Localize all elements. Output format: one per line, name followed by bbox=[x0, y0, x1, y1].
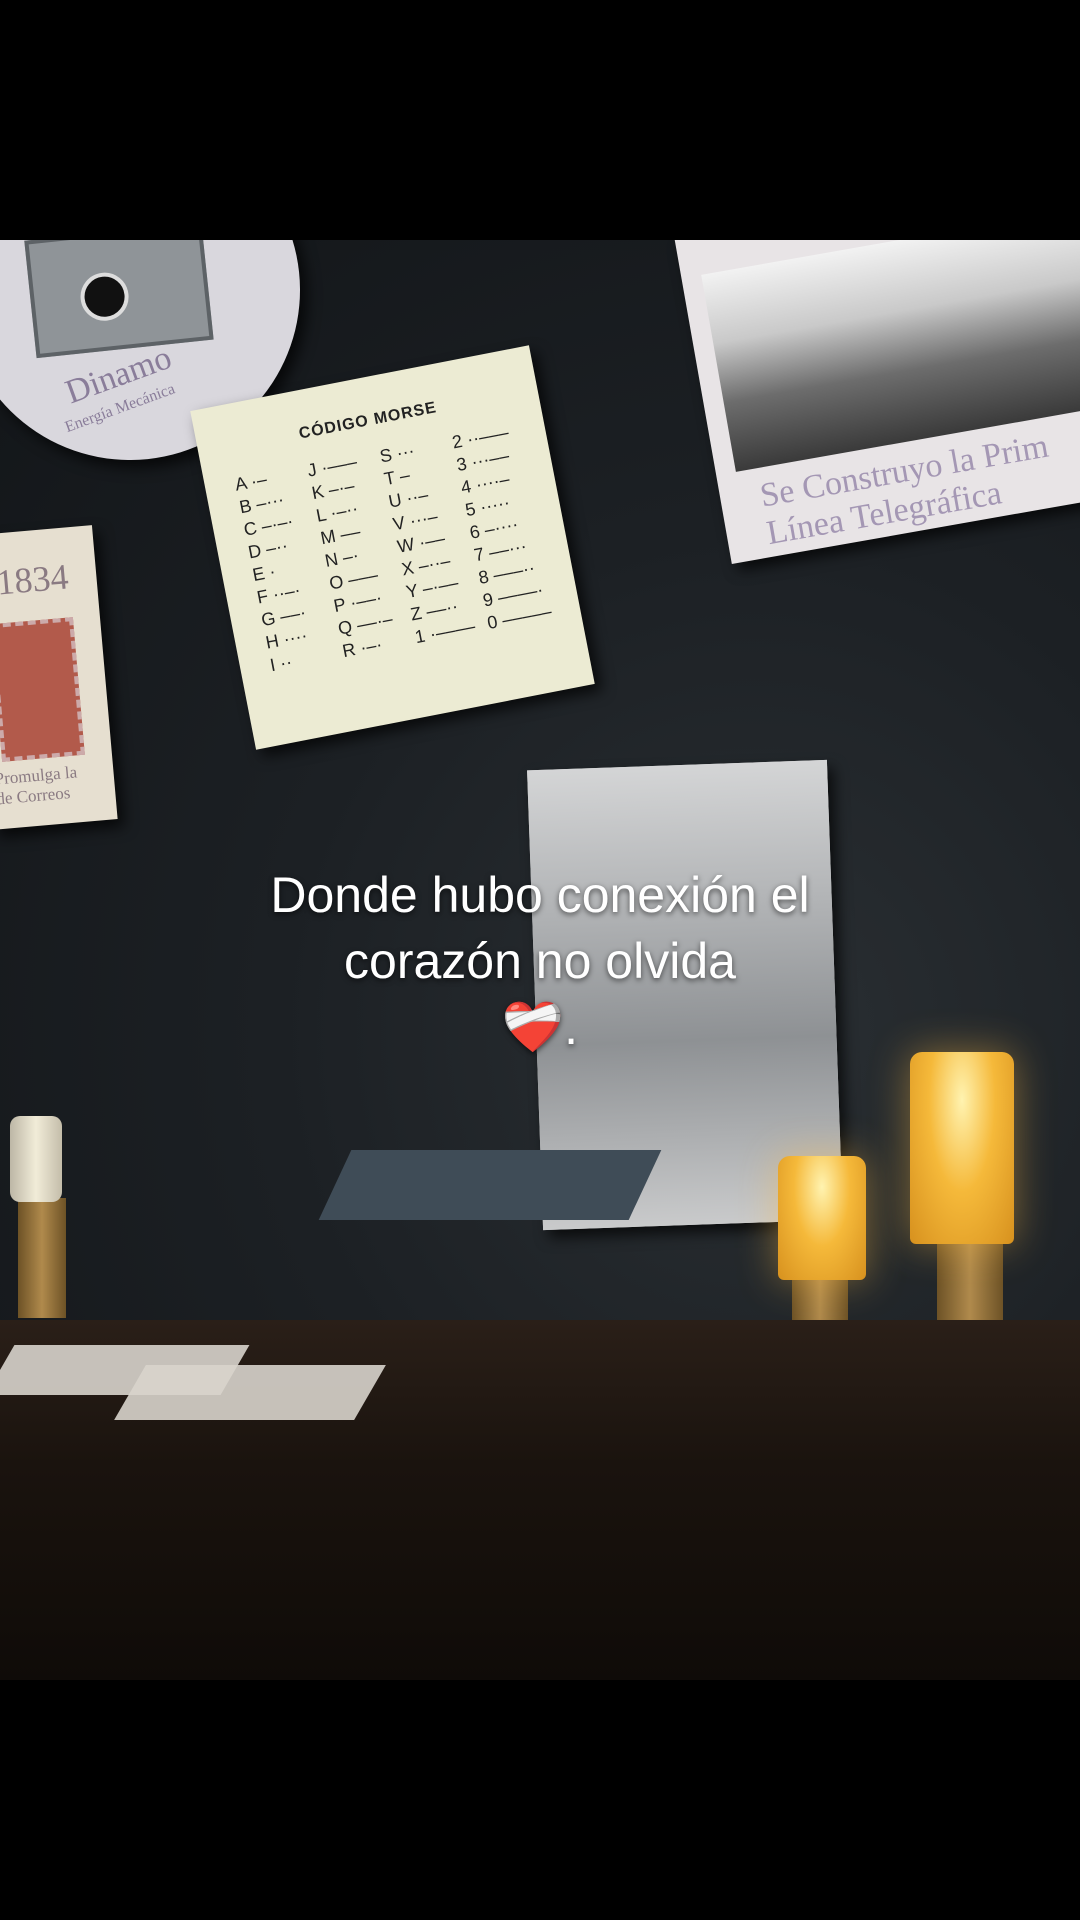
stamp-poster: 1834 Promulga la de Correos bbox=[0, 525, 118, 830]
candle-lit bbox=[910, 1052, 1014, 1244]
stamp-caption: Promulga la de Correos bbox=[0, 762, 80, 809]
caption-text: Donde hubo conexión el corazón no olvida… bbox=[0, 862, 1080, 1060]
candle-lit bbox=[778, 1156, 866, 1280]
morse-code-poster: CÓDIGO MORSE A ·– B –··· C –·–· D –·· E … bbox=[190, 345, 595, 750]
caption-line: corazón no olvida bbox=[344, 933, 736, 989]
stamp-year: 1834 bbox=[0, 556, 71, 603]
paper-sheet bbox=[114, 1365, 386, 1420]
caption-line: Donde hubo conexión el bbox=[270, 867, 810, 923]
telegraph-building-poster: Se Construyo la Prim Línea Telegráfica bbox=[674, 240, 1080, 564]
caption-line: ❤️‍🩹. bbox=[501, 999, 579, 1055]
telegraph-key bbox=[318, 1150, 662, 1220]
morse-grid: A ·– B –··· C –·–· D –·· E · F ··–· G ––… bbox=[233, 418, 571, 725]
candle-unlit bbox=[10, 1116, 62, 1202]
candle-holder bbox=[18, 1198, 66, 1318]
stamp-image bbox=[0, 617, 85, 762]
